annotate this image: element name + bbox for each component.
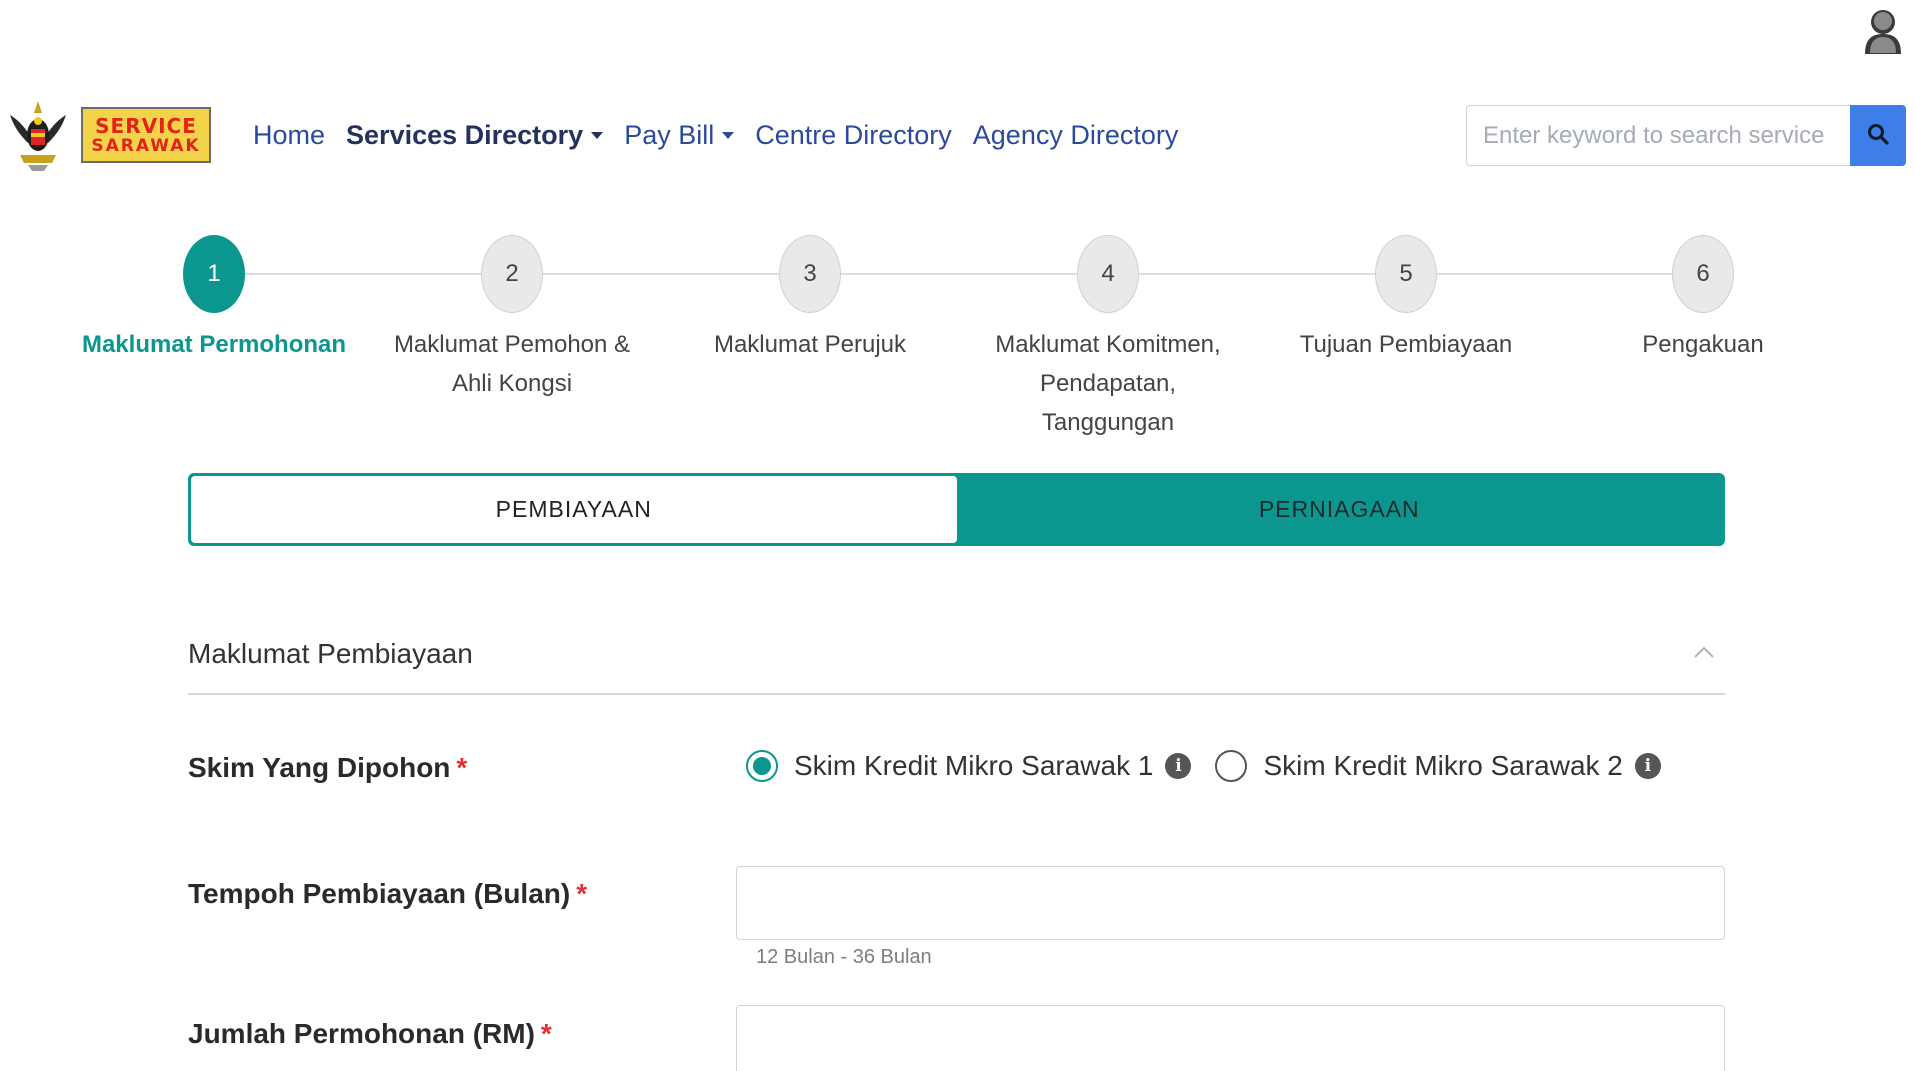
step-6[interactable]: 6 Pengakuan [1563, 235, 1843, 364]
radio-button-unchecked[interactable] [1215, 750, 1248, 782]
financing-type-toggle: PEMBIAYAAN PERNIAGAAN [188, 473, 1725, 546]
step-2[interactable]: 2 Maklumat Pemohon & Ahli Kongsi [372, 235, 652, 403]
step-label: Maklumat Perujuk [713, 331, 907, 358]
tempoh-pembiayaan-input[interactable] [736, 866, 1725, 940]
service-sarawak-logo[interactable]: SERVICE SARAWAK [81, 107, 211, 163]
skim-option-1-label: Skim Kredit Mikro Sarawak 1 [794, 750, 1154, 781]
step-label: Maklumat Komitmen, Pendapatan, Tanggunga… [995, 331, 1221, 436]
sarawak-emblem-icon[interactable] [6, 95, 70, 175]
jumlah-label-text: Jumlah Permohonan (RM) [188, 1018, 535, 1049]
nav-services-directory[interactable]: Services Directory [346, 119, 604, 151]
caret-down-icon [591, 131, 604, 139]
skim-label: Skim Yang Dipohon * [188, 752, 467, 784]
step-label: Maklumat Pemohon & Ahli Kongsi [393, 331, 631, 397]
skim-option-1[interactable]: Skim Kredit Mikro Sarawak 1 i [746, 750, 1192, 782]
nav-home[interactable]: Home [253, 120, 325, 151]
user-avatar-icon[interactable] [1862, 6, 1904, 56]
search-button[interactable] [1850, 105, 1906, 166]
top-navbar: SERVICE SARAWAK Home Services Directory … [0, 95, 1915, 175]
progress-stepper: 1 Maklumat Permohonan 2 Maklumat Pemohon… [0, 235, 1915, 436]
required-mark: * [456, 752, 468, 783]
jumlah-label: Jumlah Permohonan (RM) * [188, 1018, 552, 1050]
skim-option-2-label: Skim Kredit Mikro Sarawak 2 [1263, 750, 1623, 781]
nav-centre-directory[interactable]: Centre Directory [755, 120, 952, 151]
step-number: 2 [481, 235, 543, 313]
chevron-up-icon[interactable] [1693, 645, 1715, 664]
step-number: 1 [183, 235, 245, 313]
step-label: Maklumat Permohonan [81, 331, 347, 358]
info-icon[interactable]: i [1634, 753, 1661, 779]
radio-button-checked[interactable] [746, 750, 778, 782]
toggle-perniagaan[interactable]: PERNIAGAAN [957, 476, 1723, 543]
tempoh-label: Tempoh Pembiayaan (Bulan) * [188, 878, 587, 910]
tempoh-label-text: Tempoh Pembiayaan (Bulan) [188, 878, 571, 909]
step-number: 3 [779, 235, 841, 313]
search-input[interactable] [1466, 105, 1850, 166]
step-3[interactable]: 3 Maklumat Perujuk [670, 235, 950, 364]
skim-label-text: Skim Yang Dipohon [188, 752, 451, 783]
step-number: 6 [1672, 235, 1734, 313]
nav-agency-directory[interactable]: Agency Directory [973, 120, 1179, 151]
skim-radio-group: Skim Kredit Mikro Sarawak 1 i Skim Kredi… [746, 744, 1685, 788]
search-icon [1866, 122, 1890, 149]
nav-links: Home Services Directory Pay Bill Centre … [253, 95, 1199, 175]
step-number: 4 [1077, 235, 1139, 313]
step-4[interactable]: 4 Maklumat Komitmen, Pendapatan, Tanggun… [968, 235, 1248, 442]
page: SERVICE SARAWAK Home Services Directory … [0, 0, 1915, 1071]
step-5[interactable]: 5 Tujuan Pembiayaan [1266, 235, 1546, 364]
logo-line1: SERVICE [95, 114, 197, 138]
logo-line2: SARAWAK [91, 136, 201, 156]
search-bar [1466, 105, 1906, 166]
section-header-maklumat-pembiayaan[interactable]: Maklumat Pembiayaan [188, 615, 1725, 695]
nav-pay-bill-label: Pay Bill [624, 119, 715, 150]
nav-services-directory-label: Services Directory [346, 119, 584, 150]
step-1[interactable]: 1 Maklumat Permohonan [74, 235, 354, 364]
tempoh-hint: 12 Bulan - 36 Bulan [756, 946, 932, 968]
info-icon[interactable]: i [1165, 753, 1192, 779]
toggle-pembiayaan[interactable]: PEMBIAYAAN [191, 476, 957, 543]
skim-option-2[interactable]: Skim Kredit Mikro Sarawak 2 i [1215, 750, 1661, 782]
step-number: 5 [1375, 235, 1437, 313]
nav-pay-bill[interactable]: Pay Bill [624, 119, 735, 151]
jumlah-permohonan-input[interactable] [736, 1005, 1725, 1071]
required-mark: * [576, 878, 588, 909]
step-label: Pengakuan [1642, 331, 1764, 358]
required-mark: * [540, 1018, 552, 1049]
caret-down-icon [722, 131, 735, 139]
section-title: Maklumat Pembiayaan [188, 638, 473, 669]
step-label: Tujuan Pembiayaan [1299, 331, 1513, 358]
